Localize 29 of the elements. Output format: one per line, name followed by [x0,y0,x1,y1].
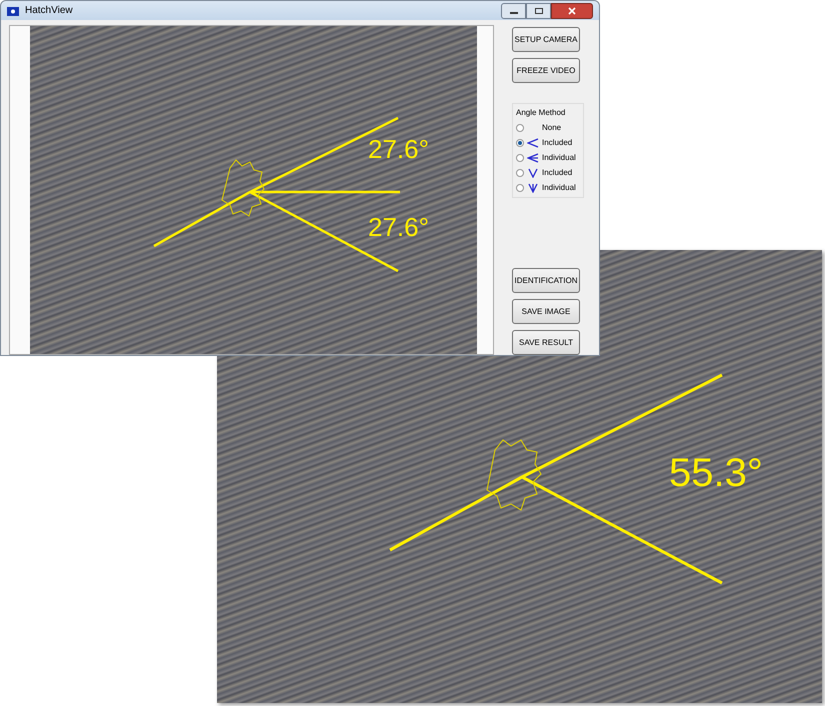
angle-icon [527,138,539,148]
radio-button[interactable] [516,124,524,132]
radio-button[interactable] [516,154,524,162]
action-button[interactable]: SAVE IMAGE [512,299,580,324]
radio-option[interactable]: Individual [516,181,580,194]
radio-button[interactable] [516,168,524,176]
angle-label: 27.6° [368,214,430,240]
action-button[interactable]: SETUP CAMERA [512,27,580,52]
angle-label: 27.6° [368,136,430,162]
angle-split-icon [527,152,539,162]
action-button[interactable]: FREEZE VIDEO [512,58,580,83]
minimize-button[interactable] [501,2,526,18]
angle-icon [527,168,539,178]
radio-button[interactable] [516,138,524,146]
window-title: HatchView [25,4,73,18]
radio-option[interactable]: Individual [516,151,580,164]
maximize-button[interactable] [526,2,551,18]
action-button[interactable]: IDENTIFICATION [512,268,580,293]
close-icon [568,6,576,14]
camera-icon [7,6,19,16]
radio-button[interactable] [516,184,524,192]
radio-option[interactable]: None [516,121,580,134]
group-title: Angle Method [516,107,566,119]
close-button[interactable] [551,2,593,18]
radio-option[interactable]: Included [516,166,580,179]
action-button[interactable]: SAVE RESULT [512,330,580,355]
angle-split-icon [527,182,539,192]
radio-option[interactable]: Included [516,136,580,149]
angle-label: 55.3° [669,453,763,493]
